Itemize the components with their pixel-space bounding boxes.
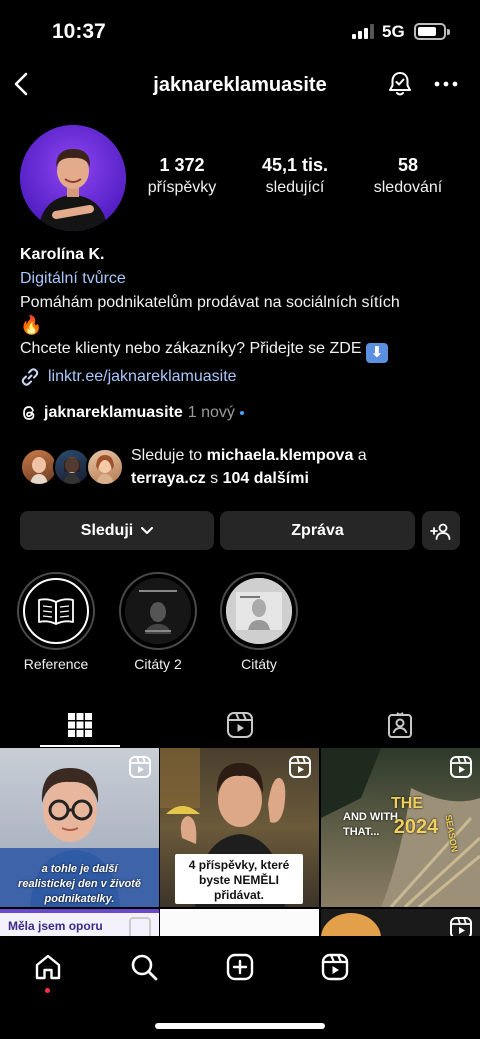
nav-home[interactable] xyxy=(31,950,65,984)
profile-actions: Sleduji Zpráva xyxy=(20,511,460,551)
link-icon xyxy=(21,368,39,386)
fire-emoji: 🔥 xyxy=(20,315,43,335)
bio-line-2-wrap: Chcete klienty nebo zákazníky? Přidejte … xyxy=(20,338,470,363)
signal-icon xyxy=(352,24,374,39)
post-caption: 4 příspěvky, které byste NEMĚLI přidávat… xyxy=(175,854,303,904)
home-indicator[interactable] xyxy=(155,1023,325,1029)
reel-badge-icon xyxy=(450,756,472,778)
followed-by-text: Sleduje to michaela.klempova a terraya.c… xyxy=(131,444,367,490)
tab-grid[interactable] xyxy=(0,702,160,748)
stat-following-value: 58 xyxy=(397,155,419,175)
post-caption-the: THE xyxy=(391,795,423,812)
followed-by-with: s xyxy=(205,470,223,487)
reels-icon xyxy=(227,712,253,738)
follower-avatar-3 xyxy=(86,448,124,486)
bio-line-1: Pomáhám podnikatelům prodávat na sociáln… xyxy=(20,294,400,311)
highlight-reference[interactable]: Reference xyxy=(11,572,101,672)
status-bar: 10:37 5G xyxy=(0,0,480,62)
tab-reels[interactable] xyxy=(160,702,320,748)
tab-tagged[interactable] xyxy=(320,702,480,748)
stat-followers-value: 45,1 tis. xyxy=(261,155,329,175)
post-1[interactable]: a tohle je další realistickej den v živo… xyxy=(0,748,159,907)
story-highlights: Reference Citáty 2 Citáty xyxy=(0,572,480,682)
followed-by-others[interactable]: 104 dalšími xyxy=(223,470,309,487)
highlight-ring xyxy=(119,572,197,650)
stat-followers[interactable]: 45,1 tis. sledující xyxy=(240,155,350,197)
reels-icon xyxy=(321,953,349,981)
create-icon xyxy=(226,953,254,981)
message-button[interactable]: Zpráva xyxy=(220,511,415,550)
profile-avatar[interactable] xyxy=(20,125,126,231)
bottom-navigation xyxy=(0,936,480,1039)
posts-grid: a tohle je další realistickej den v živo… xyxy=(0,748,480,948)
profile-tabs xyxy=(0,702,480,748)
followed-by-prefix: Sleduje to xyxy=(131,447,207,464)
highlight-ring xyxy=(220,572,298,650)
threads-new-count: 1 nový xyxy=(187,404,235,421)
following-label: Sleduji xyxy=(80,521,134,539)
status-time: 10:37 xyxy=(52,20,106,43)
tagged-icon xyxy=(388,712,412,738)
quote-thumbnail xyxy=(125,578,191,644)
avatar-image xyxy=(20,125,126,231)
message-label: Zpráva xyxy=(291,521,344,539)
nav-reels[interactable] xyxy=(318,950,352,984)
battery-icon xyxy=(414,23,450,40)
active-tab-indicator xyxy=(40,745,120,747)
bell-check-icon xyxy=(389,72,411,96)
reel-badge-icon xyxy=(129,756,151,778)
stat-following[interactable]: 58 sledování xyxy=(353,155,463,197)
threads-username: jaknareklamuasite xyxy=(44,404,183,421)
highlight-citaty[interactable]: Citáty xyxy=(214,572,304,672)
post-2[interactable]: 4 příspěvky, které byste NEMĚLI přidávat… xyxy=(160,748,319,907)
stat-posts-label: příspěvky xyxy=(147,179,217,196)
highlight-citaty-2[interactable]: Citáty 2 xyxy=(113,572,203,672)
followed-by-user-2[interactable]: terraya.cz xyxy=(131,470,206,487)
quote-thumbnail xyxy=(226,578,292,644)
more-dots-icon xyxy=(434,81,458,87)
threads-badge[interactable]: jaknareklamuasite 1 nový xyxy=(20,402,244,424)
post-3[interactable]: AND WITH THAT... THE 2024 SEASON xyxy=(321,748,480,907)
more-options-button[interactable] xyxy=(430,68,462,100)
followed-by-user-1[interactable]: michaela.klempova xyxy=(207,447,354,464)
profile-stats: 1 372 příspěvky 45,1 tis. sledující 58 s… xyxy=(130,155,480,205)
stat-posts-value: 1 372 xyxy=(159,155,205,175)
chevron-down-icon xyxy=(141,526,154,534)
notifications-button[interactable] xyxy=(384,68,416,100)
profile-name: Karolína K. xyxy=(20,246,105,263)
post-caption-year: 2024 xyxy=(393,816,439,838)
profile-header: jaknareklamuasite xyxy=(0,62,480,108)
network-label: 5G xyxy=(382,22,405,41)
highlight-label: Reference xyxy=(23,656,89,672)
highlight-label: Citáty xyxy=(241,656,277,672)
bio-link[interactable]: linktr.ee/jaknareklamuasite xyxy=(20,366,237,388)
book-icon xyxy=(23,578,89,644)
nav-search[interactable] xyxy=(127,950,161,984)
new-indicator-dot xyxy=(239,411,244,415)
search-icon xyxy=(131,954,158,981)
nav-create[interactable] xyxy=(223,950,257,984)
notification-dot xyxy=(45,988,50,993)
grid-icon xyxy=(68,713,92,737)
add-person-icon xyxy=(430,523,451,540)
profile-category[interactable]: Digitální tvůrce xyxy=(20,270,470,288)
bio-link-text[interactable]: linktr.ee/jaknareklamuasite xyxy=(48,368,237,386)
stat-following-label: sledování xyxy=(373,179,443,196)
post-caption: a tohle je další realistickej den v živo… xyxy=(18,863,141,905)
highlight-label: Citáty 2 xyxy=(134,656,182,672)
reel-badge-icon xyxy=(289,756,311,778)
followed-by[interactable]: Sleduje to michaela.klempova a terraya.c… xyxy=(20,444,470,492)
profile-bio: Karolína K. Digitální tvůrce Pomáhám pod… xyxy=(20,246,470,363)
highlight-ring xyxy=(17,572,95,650)
stat-followers-label: sledující xyxy=(265,179,325,196)
bio-line-2: Chcete klienty nebo zákazníky? Přidejte … xyxy=(20,340,362,357)
following-button[interactable]: Sleduji xyxy=(20,511,214,550)
home-icon xyxy=(35,954,61,980)
followed-by-and: a xyxy=(353,447,367,464)
suggested-users-button[interactable] xyxy=(422,511,460,550)
threads-icon xyxy=(23,406,35,420)
down-arrow-emoji: ⬇ xyxy=(365,343,388,363)
post-caption: Měla jsem oporu xyxy=(8,919,103,933)
stat-posts[interactable]: 1 372 příspěvky xyxy=(127,155,237,197)
